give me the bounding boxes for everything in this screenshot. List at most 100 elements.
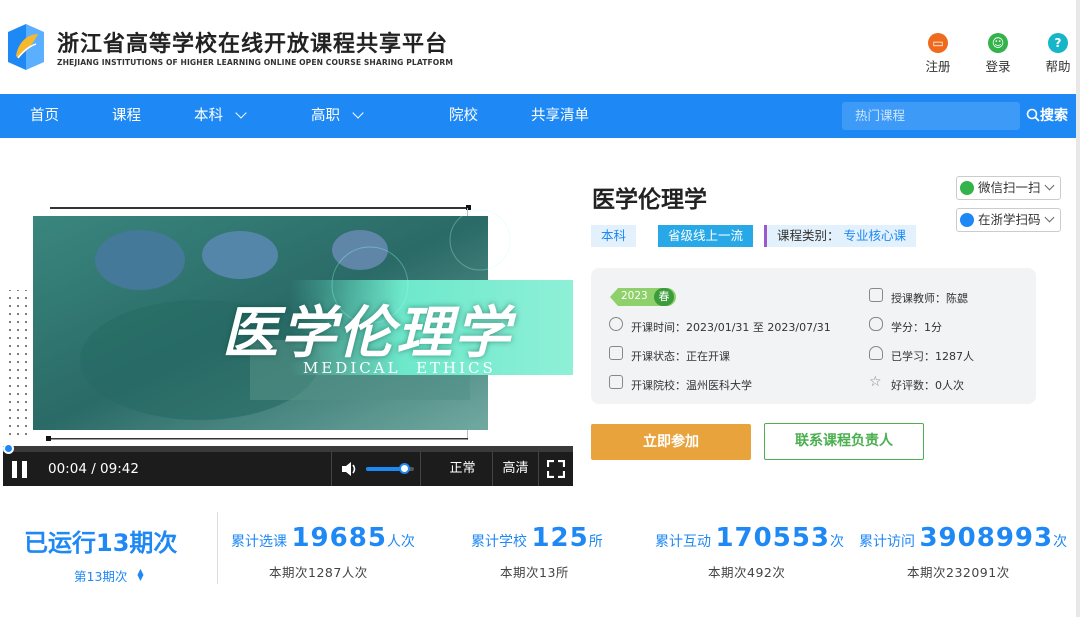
volume-icon[interactable] — [340, 460, 358, 478]
course-status-label: 开课状态： — [631, 350, 686, 363]
stat-enrollment-label: 累计选课 — [231, 534, 287, 550]
nav-item-share-list[interactable]: 共享清单 — [531, 94, 589, 138]
fullscreen-icon[interactable] — [547, 460, 565, 478]
main-nav: 首页 课程 本科 高职 院校 共享清单 热门课程 搜索 — [0, 94, 1076, 138]
stat-interactions: 累计互动 170553次 — [655, 523, 844, 553]
volume-control — [331, 452, 421, 486]
login-link[interactable]: ☺ 登录 — [976, 33, 1020, 75]
term-badge: 2023 春 — [610, 288, 676, 306]
nav-item-home[interactable]: 首页 — [30, 94, 59, 138]
teacher-value: 陈勰 — [946, 292, 968, 305]
nav-item-schools[interactable]: 院校 — [449, 94, 478, 138]
stat-visits-unit: 次 — [1053, 534, 1068, 550]
term-select[interactable]: 第13期次 ▲ ▼ — [74, 566, 144, 585]
wechat-scan-label: 微信扫一扫 — [978, 180, 1041, 195]
level-tag: 本科 — [591, 225, 637, 247]
sort-toggle-icon: ▲ ▼ — [137, 567, 144, 582]
quality-hd-button[interactable]: 高清 — [493, 452, 539, 486]
learned-label: 已学习： — [891, 350, 935, 363]
course-time-value: 2023/01/31 至 2023/07/31 — [686, 321, 831, 334]
volume-handle[interactable] — [399, 463, 411, 474]
wechat-scan-dropdown[interactable]: 微信扫一扫 — [956, 176, 1061, 200]
zjx-scan-dropdown[interactable]: 在浙学扫码 — [956, 208, 1061, 232]
course-title: 医学伦理学 — [592, 187, 707, 213]
search-button[interactable]: 搜索 — [1026, 94, 1068, 138]
video-progress-handle[interactable] — [3, 443, 14, 454]
stat-interactions-label: 累计互动 — [655, 534, 711, 550]
rating-row: ☆ 好评数：0人次 — [869, 375, 964, 393]
nav-item-vocational-label: 高职 — [311, 108, 340, 124]
search-icon — [1026, 108, 1040, 122]
chevron-down-icon — [352, 107, 364, 119]
stat-interactions-value: 170553 — [715, 523, 830, 553]
category-tag: 课程类别： 专业核心课 — [764, 225, 917, 247]
volume-slider[interactable] — [366, 463, 414, 474]
nav-item-courses[interactable]: 课程 — [112, 94, 141, 138]
rating-label: 好评数： — [891, 379, 935, 392]
teacher-label: 授课教师： — [891, 292, 946, 305]
chevron-down-icon — [1044, 180, 1055, 191]
stat-enrollment: 累计选课 19685人次 — [231, 523, 415, 553]
wechat-icon — [960, 181, 974, 195]
stat-visits: 累计访问 3908993次 — [859, 523, 1067, 553]
nav-item-vocational[interactable]: 高职 — [311, 94, 364, 138]
nav-item-undergrad[interactable]: 本科 — [194, 94, 247, 138]
rating-value: 0人次 — [935, 379, 964, 392]
term-season: 春 — [654, 288, 674, 306]
course-time-row: 开课时间：2023/01/31 至 2023/07/31 — [609, 317, 831, 335]
course-info-panel: 2023 春 开课时间：2023/01/31 至 2023/07/31 开课状态… — [591, 268, 1036, 404]
stat-interactions-sub: 本期次492次 — [708, 565, 786, 580]
run-count-heading: 已运行13期次 — [24, 523, 177, 558]
help-link[interactable]: ? 帮助 — [1036, 33, 1080, 75]
chevron-down-icon — [235, 107, 247, 119]
teacher-icon — [869, 288, 883, 302]
video-banner-title: 医学伦理学 — [222, 300, 512, 366]
stat-schools-label: 累计学校 — [471, 534, 527, 550]
help-icon: ? — [1048, 33, 1068, 53]
star-icon: ☆ — [869, 374, 882, 390]
term-year: 2023 — [621, 290, 648, 302]
learned-row: 已学习：1287人 — [869, 346, 974, 364]
course-school-value: 温州医科大学 — [686, 379, 752, 392]
stat-schools-value: 125 — [531, 523, 589, 553]
credit-value: 1分 — [924, 321, 942, 334]
nav-item-undergrad-label: 本科 — [194, 108, 223, 124]
clock-icon — [609, 317, 623, 331]
chevron-down-icon — [1044, 212, 1055, 223]
run-count: 13 — [96, 529, 130, 557]
quality-normal-button[interactable]: 正常 — [433, 452, 493, 486]
site-subtitle: ZHEJIANG INSTITUTIONS OF HIGHER LEARNING… — [57, 58, 453, 67]
zjx-app-icon — [960, 213, 974, 227]
stat-visits-sub: 本期次232091次 — [907, 565, 1010, 580]
register-link[interactable]: ▭ 注册 — [916, 33, 960, 75]
course-status-value: 正在开课 — [686, 350, 730, 363]
site-header: 浙江省高等学校在线开放课程共享平台 ZHEJIANG INSTITUTIONS … — [0, 0, 1080, 94]
category-label: 课程类别： — [777, 228, 840, 243]
course-time-label: 开课时间： — [631, 321, 686, 334]
join-now-button[interactable]: 立即参加 — [591, 424, 751, 460]
site-logo-icon[interactable] — [4, 20, 48, 74]
stat-visits-value: 3908993 — [919, 523, 1054, 553]
run-suffix: 期次 — [129, 529, 178, 557]
course-status-row: 开课状态：正在开课 — [609, 346, 730, 364]
stats-bar: 已运行13期次 第13期次 ▲ ▼ 累计选课 19685人次 本期次1287人次 … — [0, 505, 1080, 617]
category-value: 专业核心课 — [843, 228, 907, 243]
stat-enrollment-value: 19685 — [291, 523, 387, 553]
stat-schools: 累计学校 125所 — [471, 523, 603, 553]
help-label: 帮助 — [1045, 59, 1071, 74]
user-icon: ☺ — [988, 33, 1008, 53]
course-school-row: 开课院校：温州医科大学 — [609, 375, 752, 393]
contact-owner-button[interactable]: 联系课程负责人 — [764, 423, 924, 460]
stat-interactions-unit: 次 — [830, 534, 844, 550]
login-label: 登录 — [985, 59, 1011, 74]
video-banner-subtitle: MEDICAL ETHICS — [303, 359, 496, 377]
search-input[interactable]: 热门课程 — [842, 102, 1020, 130]
person-icon — [869, 346, 883, 360]
pause-icon[interactable] — [12, 461, 28, 478]
site-title: 浙江省高等学校在线开放课程共享平台 — [57, 32, 449, 57]
run-prefix: 已运行 — [24, 529, 96, 557]
search-label: 搜索 — [1040, 108, 1068, 124]
stat-visits-label: 累计访问 — [859, 534, 915, 550]
stat-enrollment-unit: 人次 — [386, 534, 415, 550]
zjx-scan-label: 在浙学扫码 — [978, 212, 1041, 227]
